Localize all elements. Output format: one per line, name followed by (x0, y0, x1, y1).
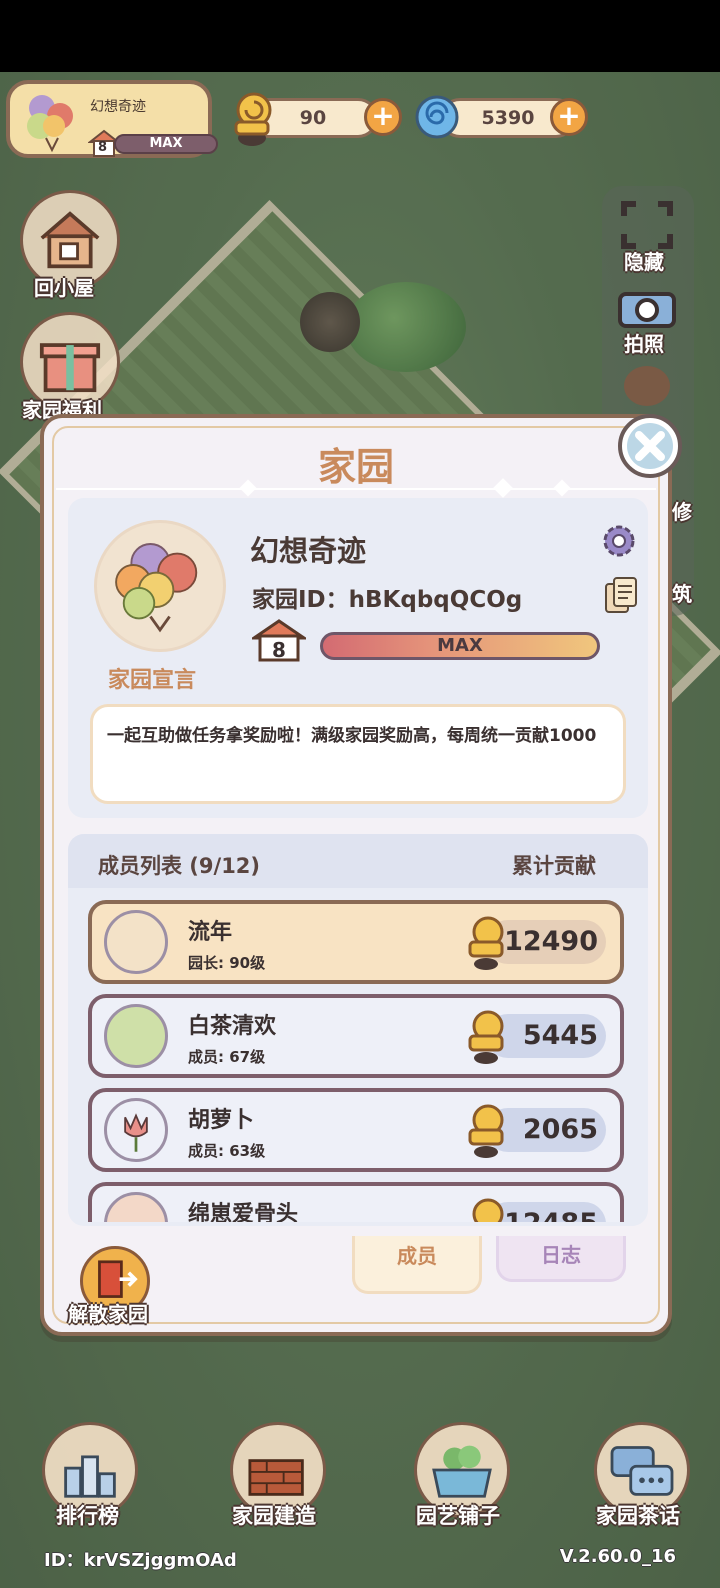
members-title: 成员列表 (9/12) (98, 854, 261, 878)
tab-log[interactable]: 日志 (496, 1236, 626, 1282)
hide-icon[interactable] (620, 200, 674, 250)
balloon-icon (27, 95, 73, 153)
member-avatar (104, 1098, 168, 1162)
member-rank: 成员: 63级 (188, 1142, 266, 1160)
shop-label: 园艺铺子 (416, 1504, 500, 1528)
user-id: ID：krVSZjggmOAd (44, 1550, 237, 1571)
copy-icon[interactable] (604, 576, 638, 614)
member-row[interactable]: 白茶清欢 成员: 67级 5445 (88, 994, 624, 1078)
snail-coin-icon (468, 1010, 504, 1064)
level-bar: MAX (320, 632, 600, 660)
level-number: 8 (98, 140, 108, 155)
chat-label: 家园茶话 (596, 1504, 680, 1528)
level-bar: MAX (114, 134, 218, 154)
garden-name: 幻想奇迹 (250, 534, 367, 568)
photo-label: 拍照 (624, 332, 664, 356)
member-list[interactable]: 流年 园长: 90级 12490 白茶清欢 成员: 67级 5445 胡萝卜 成… (88, 900, 626, 1222)
balloon-icon (115, 543, 198, 633)
repair-label: 修 (672, 500, 692, 524)
member-avatar (104, 1192, 168, 1222)
member-name: 流年 (188, 920, 233, 945)
title-divider (56, 478, 656, 498)
disband-label: 解散家园 (68, 1302, 148, 1326)
snail-coin-icon (468, 1104, 504, 1158)
member-rank: 成员: 67级 (188, 1048, 266, 1066)
manifesto-text: 一起互助做任务拿奖励啦！满级家园奖励高，每周统一贡献1000 (90, 704, 626, 804)
members-header: 成员列表 (9/12) 累计贡献 (68, 834, 648, 888)
member-rank: 园长: 90级 (188, 954, 266, 972)
member-name: 胡萝卜 (188, 1108, 255, 1133)
home-label: 回小屋 (34, 276, 94, 300)
swirl-coin-icon (415, 95, 459, 139)
close-button[interactable] (618, 414, 682, 478)
garden-modal: 家园 家园宣言 幻想奇迹 家园ID：hBKqbqQCOg 8 MAX 一起互助做… (40, 414, 682, 1336)
garden-avatar (94, 520, 226, 652)
build-label: 家园建造 (232, 1504, 316, 1528)
member-avatar (104, 910, 168, 974)
member-avatar (104, 1004, 168, 1068)
hide-label: 隐藏 (624, 250, 664, 274)
garden-id: 家园ID：hBKqbqQCOg (252, 587, 523, 613)
snail-coin-icon (472, 1198, 504, 1222)
level-number: 8 (272, 638, 286, 662)
snail-coin-icon (468, 916, 504, 970)
member-name: 绵崽爱骨头 (188, 1202, 299, 1222)
member-row[interactable]: 流年 园长: 90级 12490 (88, 900, 624, 984)
manifesto-label: 家园宣言 (108, 668, 197, 693)
garden-name: 幻想奇迹 (90, 99, 146, 115)
close-icon (627, 423, 673, 469)
camera-icon[interactable] (616, 284, 678, 330)
garden-info-panel: 家园宣言 幻想奇迹 家园ID：hBKqbqQCOg 8 MAX 一起互助做任务拿… (68, 498, 648, 818)
member-row[interactable]: 胡萝卜 成员: 63级 2065 (88, 1088, 624, 1172)
build-label: 筑 (672, 582, 692, 606)
member-row[interactable]: 绵崽爱骨头 12485 (88, 1182, 624, 1222)
version: V.2.60.0_16 (559, 1546, 676, 1567)
tulip-icon (124, 1113, 148, 1152)
ranking-label: 排行榜 (56, 1504, 119, 1528)
avatar[interactable] (624, 366, 670, 406)
members-panel: 成员列表 (9/12) 累计贡献 流年 园长: 90级 12490 白茶清欢 成… (68, 834, 648, 1226)
add-snail-button[interactable]: + (364, 98, 402, 136)
contribution-title: 累计贡献 (512, 854, 596, 878)
member-name: 白茶清欢 (188, 1014, 277, 1039)
modal-title: 家园 (317, 445, 394, 489)
garden-card[interactable]: 幻想奇迹 8 MAX (6, 80, 218, 158)
gear-icon[interactable] (600, 522, 638, 560)
snail-coin-icon (234, 92, 272, 146)
tab-members[interactable]: 成员 (352, 1236, 482, 1294)
add-swirl-button[interactable]: + (550, 98, 588, 136)
